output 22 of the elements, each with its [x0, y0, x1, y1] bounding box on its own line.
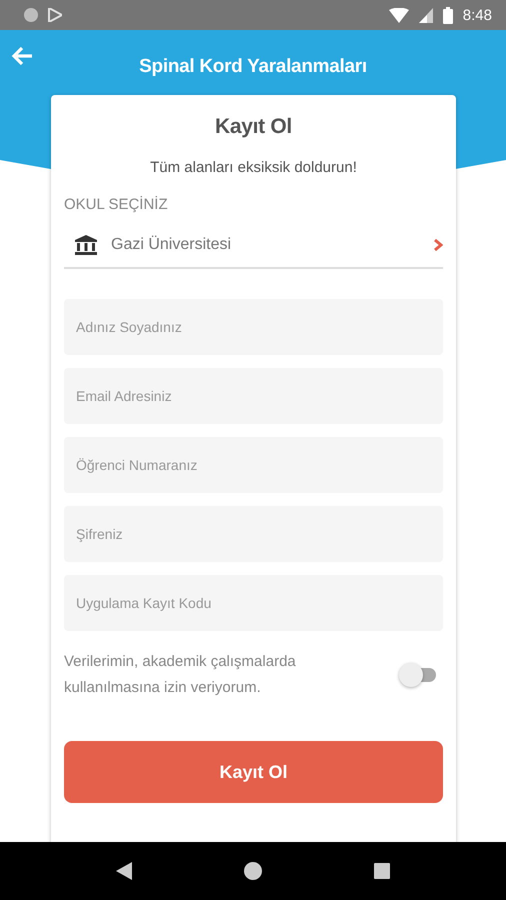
institution-icon	[75, 235, 97, 255]
instruction-text: Tüm alanları eksiksik doldurun!	[150, 159, 357, 176]
wifi-icon	[388, 8, 409, 22]
play-store-icon	[48, 8, 62, 22]
text-field[interactable]: Uygulama Kayıt Kodu	[64, 575, 443, 631]
clock: 8:48	[462, 6, 492, 24]
card-title: Kayıt Ol	[215, 115, 292, 139]
school-selector[interactable]: Gazi Üniversitesi	[64, 235, 443, 269]
text-field[interactable]: Adınız Soyadınız	[64, 299, 443, 355]
register-button[interactable]: Kayıt Ol	[64, 741, 443, 803]
text-field[interactable]: Öğrenci Numaranız	[64, 437, 443, 493]
text-field[interactable]: Email Adresiniz	[64, 368, 443, 424]
text-field[interactable]: Şifreniz	[64, 506, 443, 562]
signal-icon	[418, 8, 433, 22]
school-label: OKUL SEÇİNİZ	[64, 196, 169, 213]
back-nav-icon[interactable]	[116, 862, 132, 880]
home-nav-icon[interactable]	[244, 862, 262, 880]
app-title: Spinal Kord Yaralanmaları	[139, 56, 367, 77]
battery-icon	[442, 6, 453, 24]
consent-text: Verilerimin, akademik çalışmalarda kullanılmasına izin veriyorum.	[64, 652, 297, 698]
record-icon	[24, 8, 38, 22]
chevron-right-icon	[433, 239, 443, 251]
